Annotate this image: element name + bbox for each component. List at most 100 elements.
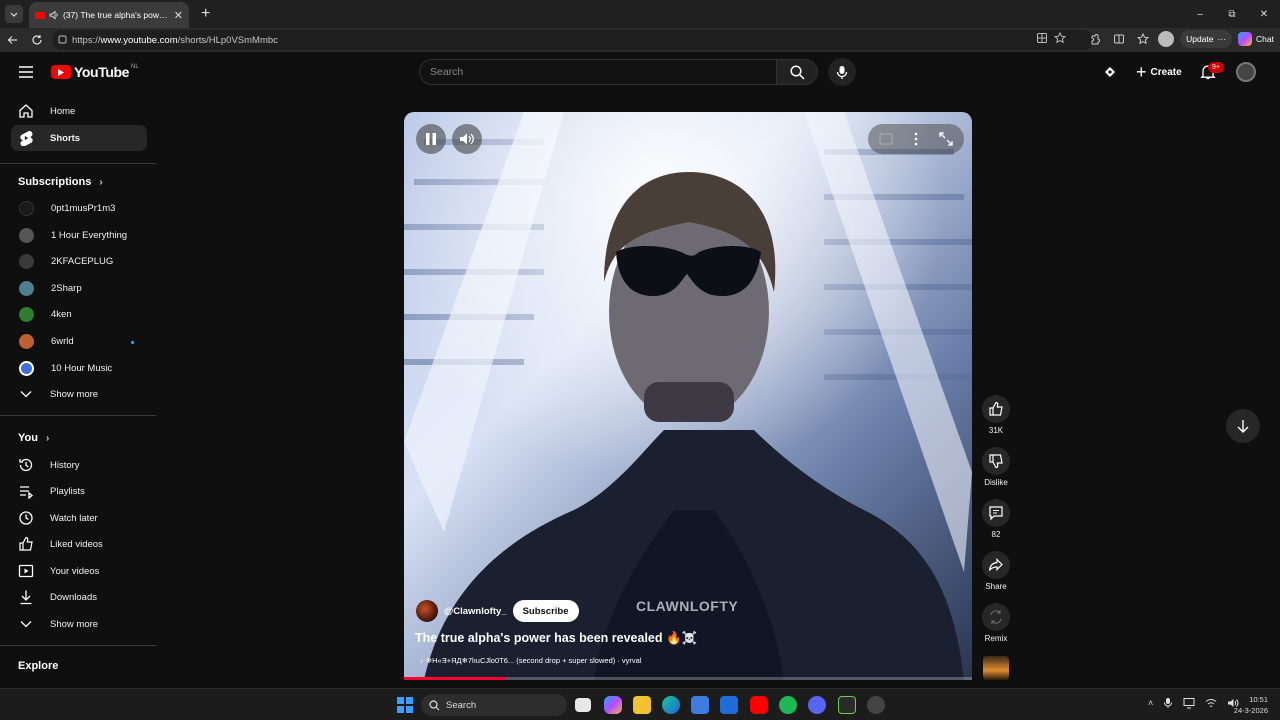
chat-label: Chat: [1256, 34, 1274, 44]
extensions-icon[interactable]: [1086, 30, 1104, 48]
sidebar-item-downloads[interactable]: Downloads: [11, 584, 147, 610]
channel-row: @Clawnlofty_ Subscribe: [416, 600, 579, 622]
search-input[interactable]: Search: [419, 59, 777, 85]
sidebar-subscription-2sharp[interactable]: 2Sharp: [11, 275, 147, 301]
like-button[interactable]: [982, 395, 1010, 423]
next-short-button[interactable]: [1226, 409, 1260, 443]
sidebar-item-history[interactable]: History: [11, 452, 147, 478]
copilot-app-icon[interactable]: [604, 696, 622, 714]
subscription-label: 2Sharp: [51, 282, 82, 294]
share-button[interactable]: [982, 551, 1010, 579]
subscribe-button[interactable]: Subscribe: [512, 600, 579, 622]
microphone-icon[interactable]: [1163, 697, 1173, 709]
progress-bar-fill: [404, 677, 507, 680]
sound-thumbnail[interactable]: [983, 656, 1009, 680]
channel-avatar[interactable]: [416, 600, 438, 622]
subscriptions-heading[interactable]: Subscriptions ›: [18, 176, 103, 188]
close-tab-icon[interactable]: ✕: [174, 9, 183, 22]
discord-icon[interactable]: [808, 696, 826, 714]
playlists-icon: [18, 483, 34, 499]
new-tab-button[interactable]: +: [201, 5, 210, 23]
you-show-more[interactable]: Show more: [11, 611, 147, 637]
edge-browser-icon[interactable]: [662, 696, 680, 714]
progress-bar[interactable]: [404, 677, 972, 680]
speaker-icon[interactable]: [49, 10, 59, 20]
comment-icon: [989, 506, 1003, 521]
captions-icon[interactable]: [879, 133, 893, 145]
sidebar-item-your-videos[interactable]: Your videos: [11, 558, 147, 584]
windows-start-icon[interactable]: [397, 697, 413, 713]
short-title[interactable]: The true alpha's power has been revealed…: [415, 631, 697, 646]
channel-name-link[interactable]: @Clawnlofty_: [444, 606, 507, 617]
reload-button[interactable]: [26, 29, 48, 51]
channel-avatar: [19, 200, 34, 216]
volume-icon: [460, 133, 474, 145]
search-button[interactable]: [776, 59, 818, 85]
task-view-icon[interactable]: [575, 698, 591, 712]
split-screen-icon[interactable]: [1110, 30, 1128, 48]
close-window-button[interactable]: ✕: [1248, 0, 1280, 28]
youtube-logo[interactable]: YouTube NL: [51, 64, 139, 80]
you-heading[interactable]: You ›: [18, 432, 49, 444]
sidebar-subscription-2kfaceplug[interactable]: 2KFACEPLUG: [11, 248, 147, 274]
shorts-video-player[interactable]: CLAWNLOFTY @Clawnlofty_ Subscribe The tr…: [404, 112, 972, 680]
sidebar-item-home[interactable]: Home: [11, 98, 147, 124]
copilot-chat-button[interactable]: Chat: [1238, 32, 1274, 46]
mail-app-icon[interactable]: [720, 696, 738, 714]
share-label: Share: [985, 582, 1007, 591]
sidebar-item-shorts[interactable]: Shorts: [11, 125, 147, 151]
minimize-button[interactable]: –: [1184, 0, 1216, 28]
file-explorer-icon[interactable]: [633, 696, 651, 714]
subscriptions-show-more[interactable]: Show more: [11, 381, 147, 407]
sidebar-item-playlists[interactable]: Playlists: [11, 478, 147, 504]
back-button[interactable]: [2, 29, 24, 51]
search-icon: [429, 699, 440, 710]
player-top-controls: [868, 124, 964, 154]
sidebar-item-watch-later[interactable]: Watch later: [11, 505, 147, 531]
voice-search-button[interactable]: [828, 58, 856, 86]
taskbar-search[interactable]: Search: [421, 694, 567, 716]
tab-actions-menu[interactable]: [5, 5, 23, 23]
maximize-button[interactable]: ⧉: [1216, 0, 1248, 28]
sidebar-subscription-1-hour-everything[interactable]: 1 Hour Everything: [11, 222, 147, 248]
dislike-button[interactable]: [982, 447, 1010, 475]
tray-overflow-icon[interactable]: ˄: [1148, 698, 1153, 708]
update-button[interactable]: Update ···: [1180, 30, 1233, 48]
fullscreen-icon[interactable]: [939, 132, 953, 146]
sidebar-subscription-6wrld[interactable]: 6wrld: [11, 328, 147, 354]
menu-hamburger-icon[interactable]: [18, 65, 34, 79]
sidebar-subscription-0pt1musPr1m3[interactable]: 0pt1musPr1m3: [11, 195, 147, 221]
spotify-icon[interactable]: [779, 696, 797, 714]
browser-tab-active[interactable]: (37) The true alpha's power h... ✕: [29, 2, 189, 28]
more-options-icon[interactable]: [914, 132, 918, 146]
watch-later-icon: [18, 510, 34, 526]
comments-button[interactable]: [982, 499, 1010, 527]
pause-button[interactable]: [416, 124, 446, 154]
youtube-app-icon[interactable]: [750, 696, 768, 714]
create-button[interactable]: + Create: [1128, 60, 1190, 84]
explore-heading: Explore: [18, 660, 58, 672]
wifi-icon[interactable]: [1205, 697, 1217, 709]
sidebar-item-liked-videos[interactable]: Liked videos: [11, 531, 147, 557]
monitor-icon[interactable]: [1183, 697, 1195, 709]
address-bar[interactable]: https://www.youtube.com/shorts/HLp0VSmMm…: [52, 30, 1094, 50]
remix-button[interactable]: [982, 603, 1010, 631]
channel-avatar: [19, 253, 34, 269]
site-info-icon[interactable]: [58, 35, 67, 44]
app-available-icon[interactable]: [1036, 32, 1048, 44]
favorites-icon[interactable]: [1134, 30, 1152, 48]
profile-avatar[interactable]: [1158, 31, 1175, 47]
sidebar-subscription-4ken[interactable]: 4ken: [11, 301, 147, 327]
shorts-icon: [18, 130, 34, 146]
favorite-star-icon[interactable]: [1054, 32, 1066, 44]
account-avatar[interactable]: [1236, 62, 1256, 82]
sidebar-item-label: Playlists: [50, 485, 85, 497]
media-player-icon[interactable]: [838, 696, 856, 714]
microsoft-store-icon[interactable]: [691, 696, 709, 714]
youtube-create-sparkle-icon[interactable]: [1102, 64, 1118, 80]
volume-button[interactable]: [452, 124, 482, 154]
app-launcher-icon[interactable]: [867, 696, 885, 714]
music-attribution-link[interactable]: ♪ ❄H«Ǝ+ЯД❄7lıuCJlo0T6... (second drop + …: [420, 656, 641, 665]
sidebar-subscription-10-hour-music[interactable]: 10 Hour Music: [11, 355, 147, 381]
taskbar-clock[interactable]: 10:51 24-3-2026: [1224, 694, 1268, 716]
